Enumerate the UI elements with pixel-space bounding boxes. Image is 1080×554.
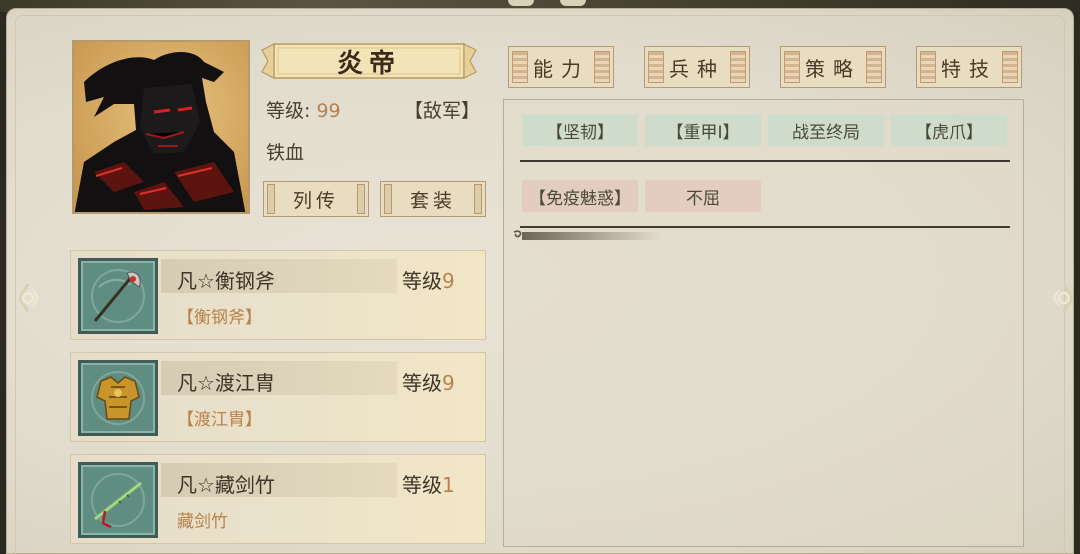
equipment-name: 凡☆渡江胄 bbox=[177, 371, 275, 395]
equipment-tag: 藏剑竹 bbox=[177, 512, 228, 532]
equipment-name: 凡☆衡钢斧 bbox=[177, 269, 275, 293]
left-arrow-icon bbox=[18, 283, 40, 313]
hero-level-value: 99 bbox=[316, 100, 341, 122]
right-arrow-icon bbox=[1052, 283, 1074, 313]
hero-name: 炎帝 bbox=[336, 48, 401, 79]
equipment-set-button[interactable]: 套装 bbox=[380, 181, 486, 217]
tab-special-skill[interactable]: 特技 bbox=[916, 46, 1022, 88]
ornament-gem bbox=[508, 0, 534, 6]
equipment-level: 等级9 bbox=[402, 269, 455, 293]
ornament-gem bbox=[560, 0, 586, 6]
equipment-slot-armor[interactable]: 凡☆渡江胄 等级9 【渡江胄】 bbox=[70, 352, 486, 442]
trait-tag[interactable]: 不屈 bbox=[645, 180, 761, 212]
skill-content-area bbox=[503, 99, 1024, 547]
skill-tag[interactable]: 【重甲Ⅰ】 bbox=[645, 114, 761, 146]
next-hero-arrow[interactable] bbox=[1046, 280, 1080, 316]
tab-troop-type[interactable]: 兵种 bbox=[644, 46, 750, 88]
tab-strategy[interactable]: 策略 bbox=[780, 46, 886, 88]
hero-level: 等级: 99 bbox=[266, 100, 341, 122]
tab-ability[interactable]: 能力 bbox=[508, 46, 614, 88]
hero-portrait bbox=[72, 40, 250, 214]
skill-tag[interactable]: 【虎爪】 bbox=[891, 114, 1007, 146]
hero-name-plaque: 炎帝 bbox=[260, 40, 478, 82]
brush-stroke-ornament bbox=[513, 230, 662, 240]
equipment-tag: 【衡钢斧】 bbox=[177, 308, 262, 328]
equipment-slot-accessory[interactable]: 凡☆藏剑竹 等级1 藏剑竹 bbox=[70, 454, 486, 544]
faction-badge: 【敌军】 bbox=[404, 100, 481, 122]
hero-title: 铁血 bbox=[266, 142, 305, 164]
skill-tag[interactable]: 【坚韧】 bbox=[522, 114, 638, 146]
bamboo-flute-icon bbox=[78, 462, 158, 538]
equipment-tag: 【渡江胄】 bbox=[177, 410, 262, 430]
section-divider bbox=[520, 160, 1010, 162]
equipment-level: 等级1 bbox=[402, 473, 455, 497]
trait-tag[interactable]: 【免疫魅惑】 bbox=[522, 180, 638, 212]
equipment-level: 等级9 bbox=[402, 371, 455, 395]
axe-icon bbox=[78, 258, 158, 334]
prev-hero-arrow[interactable] bbox=[10, 280, 46, 316]
armor-icon bbox=[78, 360, 158, 436]
warrior-portrait-icon bbox=[74, 42, 248, 212]
biography-button[interactable]: 列传 bbox=[263, 181, 369, 217]
equipment-slot-weapon[interactable]: 凡☆衡钢斧 等级9 【衡钢斧】 bbox=[70, 250, 486, 340]
equipment-name: 凡☆藏剑竹 bbox=[177, 473, 275, 497]
skill-tag[interactable]: 战至终局 bbox=[768, 114, 884, 146]
